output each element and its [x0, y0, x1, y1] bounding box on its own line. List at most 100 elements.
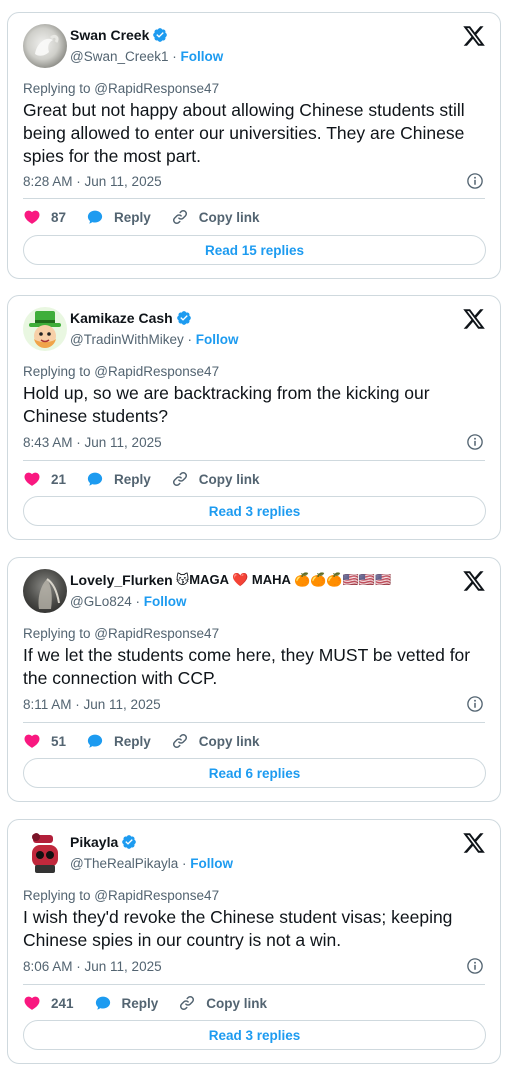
reply-bubble-icon [86, 470, 104, 488]
divider [23, 984, 485, 985]
statue-avatar-image [38, 578, 60, 609]
x-logo-icon[interactable] [462, 569, 486, 593]
like-button[interactable]: 87 [23, 208, 66, 226]
verified-badge-icon [176, 310, 192, 326]
divider [23, 198, 485, 199]
action-bar: 51 Reply Copy link [23, 732, 280, 750]
like-button[interactable]: 241 [23, 994, 74, 1012]
reply-bubble-icon [86, 732, 104, 750]
verified-badge-icon [121, 834, 137, 850]
x-logo-icon[interactable] [462, 24, 486, 48]
tweet-card[interactable]: Pikayla @TheRealPikayla · Follow Replyin… [7, 819, 501, 1064]
replying-to: Replying to @RapidResponse47 [23, 364, 220, 379]
like-count: 87 [51, 209, 67, 225]
verified-badge-icon [152, 27, 168, 43]
replying-to: Replying to @RapidResponse47 [23, 626, 220, 641]
avatar[interactable] [23, 569, 67, 613]
like-count: 51 [51, 733, 67, 749]
pikayla-avatar-image [32, 833, 58, 873]
divider [23, 722, 485, 723]
link-icon [171, 732, 189, 750]
like-button[interactable]: 51 [23, 732, 66, 750]
like-count: 21 [51, 471, 67, 487]
copy-link-button[interactable]: Copy link [171, 470, 260, 488]
x-logo-icon[interactable] [462, 307, 486, 331]
read-replies-button[interactable]: Read 3 replies [23, 496, 486, 526]
divider [23, 460, 485, 461]
action-bar: 21 Reply Copy link [23, 470, 280, 488]
handle-row: @TheRealPikayla · Follow [70, 856, 234, 871]
user-handle[interactable]: @GLo824 [70, 594, 132, 609]
leprechaun-avatar-image [29, 311, 61, 348]
copy-link-button[interactable]: Copy link [171, 732, 260, 750]
display-name[interactable]: Swan Creek [70, 27, 149, 43]
follow-button[interactable]: Follow [144, 594, 187, 609]
read-replies-button[interactable]: Read 3 replies [23, 1020, 486, 1050]
replying-to: Replying to @RapidResponse47 [23, 81, 220, 96]
tweet-timestamp[interactable]: 8:11 AM · Jun 11, 2025 [23, 697, 161, 712]
action-bar: 87 Reply Copy link [23, 208, 280, 226]
user-handle[interactable]: @TheRealPikayla [70, 856, 178, 871]
avatar[interactable] [23, 831, 67, 875]
info-icon[interactable] [466, 695, 484, 713]
display-name[interactable]: Lovely_Flurken [70, 572, 173, 588]
reply-label: Reply [114, 733, 151, 749]
reply-button[interactable]: Reply [94, 994, 159, 1012]
reply-button[interactable]: Reply [86, 732, 151, 750]
swan-avatar-image [35, 34, 59, 56]
x-logo-icon[interactable] [462, 831, 486, 855]
reply-bubble-icon [94, 994, 112, 1012]
link-icon [178, 994, 196, 1012]
tweet-text: I wish they'd revoke the Chinese student… [23, 907, 453, 950]
read-replies-button[interactable]: Read 15 replies [23, 235, 486, 265]
tweet-timestamp[interactable]: 8:28 AM · Jun 11, 2025 [23, 174, 162, 189]
heart-icon [23, 208, 41, 226]
reply-label: Reply [114, 209, 151, 225]
tweet-text: Hold up, so we are backtracking from the… [23, 383, 430, 426]
handle-row: @Swan_Creek1 · Follow [70, 49, 224, 64]
display-name-emoji-suffix: 😽MAGA ❤️ MAHA 🍊🍊🍊🇺🇸🇺🇸🇺🇸 [175, 572, 392, 587]
follow-button[interactable]: Follow [190, 856, 233, 871]
link-icon [171, 470, 189, 488]
copy-link-label: Copy link [198, 471, 260, 487]
user-handle[interactable]: @TradinWithMikey [70, 332, 184, 347]
reply-label: Reply [121, 995, 159, 1011]
tweet-card[interactable]: Swan Creek @Swan_Creek1 · Follow Replyin… [7, 12, 501, 279]
replying-to: Replying to @RapidResponse47 [23, 888, 220, 903]
info-icon[interactable] [466, 172, 484, 190]
copy-link-label: Copy link [206, 995, 268, 1011]
action-bar: 241 Reply Copy link [23, 994, 287, 1012]
like-count: 241 [51, 995, 74, 1011]
reply-button[interactable]: Reply [86, 470, 151, 488]
display-name[interactable]: Pikayla [70, 834, 118, 850]
reply-bubble-icon [86, 208, 104, 226]
copy-link-label: Copy link [198, 209, 260, 225]
tweet-card[interactable]: Kamikaze Cash @TradinWithMikey · Follow … [7, 295, 501, 540]
copy-link-button[interactable]: Copy link [178, 994, 267, 1012]
like-button[interactable]: 21 [23, 470, 66, 488]
reply-label: Reply [114, 471, 151, 487]
read-replies-button[interactable]: Read 6 replies [23, 758, 486, 788]
handle-row: @GLo824 · Follow [70, 594, 187, 609]
follow-button[interactable]: Follow [196, 332, 239, 347]
tweet-text: Great but not happy about allowing Chine… [23, 100, 465, 166]
copy-link-button[interactable]: Copy link [171, 208, 260, 226]
heart-icon [23, 994, 41, 1012]
display-name[interactable]: Kamikaze Cash [70, 310, 173, 326]
avatar[interactable] [23, 24, 67, 68]
follow-button[interactable]: Follow [181, 49, 224, 64]
avatar[interactable] [23, 307, 67, 351]
handle-row: @TradinWithMikey · Follow [70, 332, 239, 347]
tweet-card[interactable]: Lovely_Flurken 😽MAGA ❤️ MAHA 🍊🍊🍊🇺🇸🇺🇸🇺🇸 @… [7, 557, 501, 802]
copy-link-label: Copy link [198, 733, 260, 749]
reply-button[interactable]: Reply [86, 208, 151, 226]
heart-icon [23, 732, 41, 750]
heart-icon [23, 470, 41, 488]
info-icon[interactable] [466, 433, 484, 451]
tweet-timestamp[interactable]: 8:43 AM · Jun 11, 2025 [23, 435, 162, 450]
link-icon [171, 208, 189, 226]
tweet-timestamp[interactable]: 8:06 AM · Jun 11, 2025 [23, 959, 162, 974]
tweet-text: If we let the students come here, they M… [23, 645, 471, 688]
user-handle[interactable]: @Swan_Creek1 [70, 49, 169, 64]
info-icon[interactable] [466, 957, 484, 975]
